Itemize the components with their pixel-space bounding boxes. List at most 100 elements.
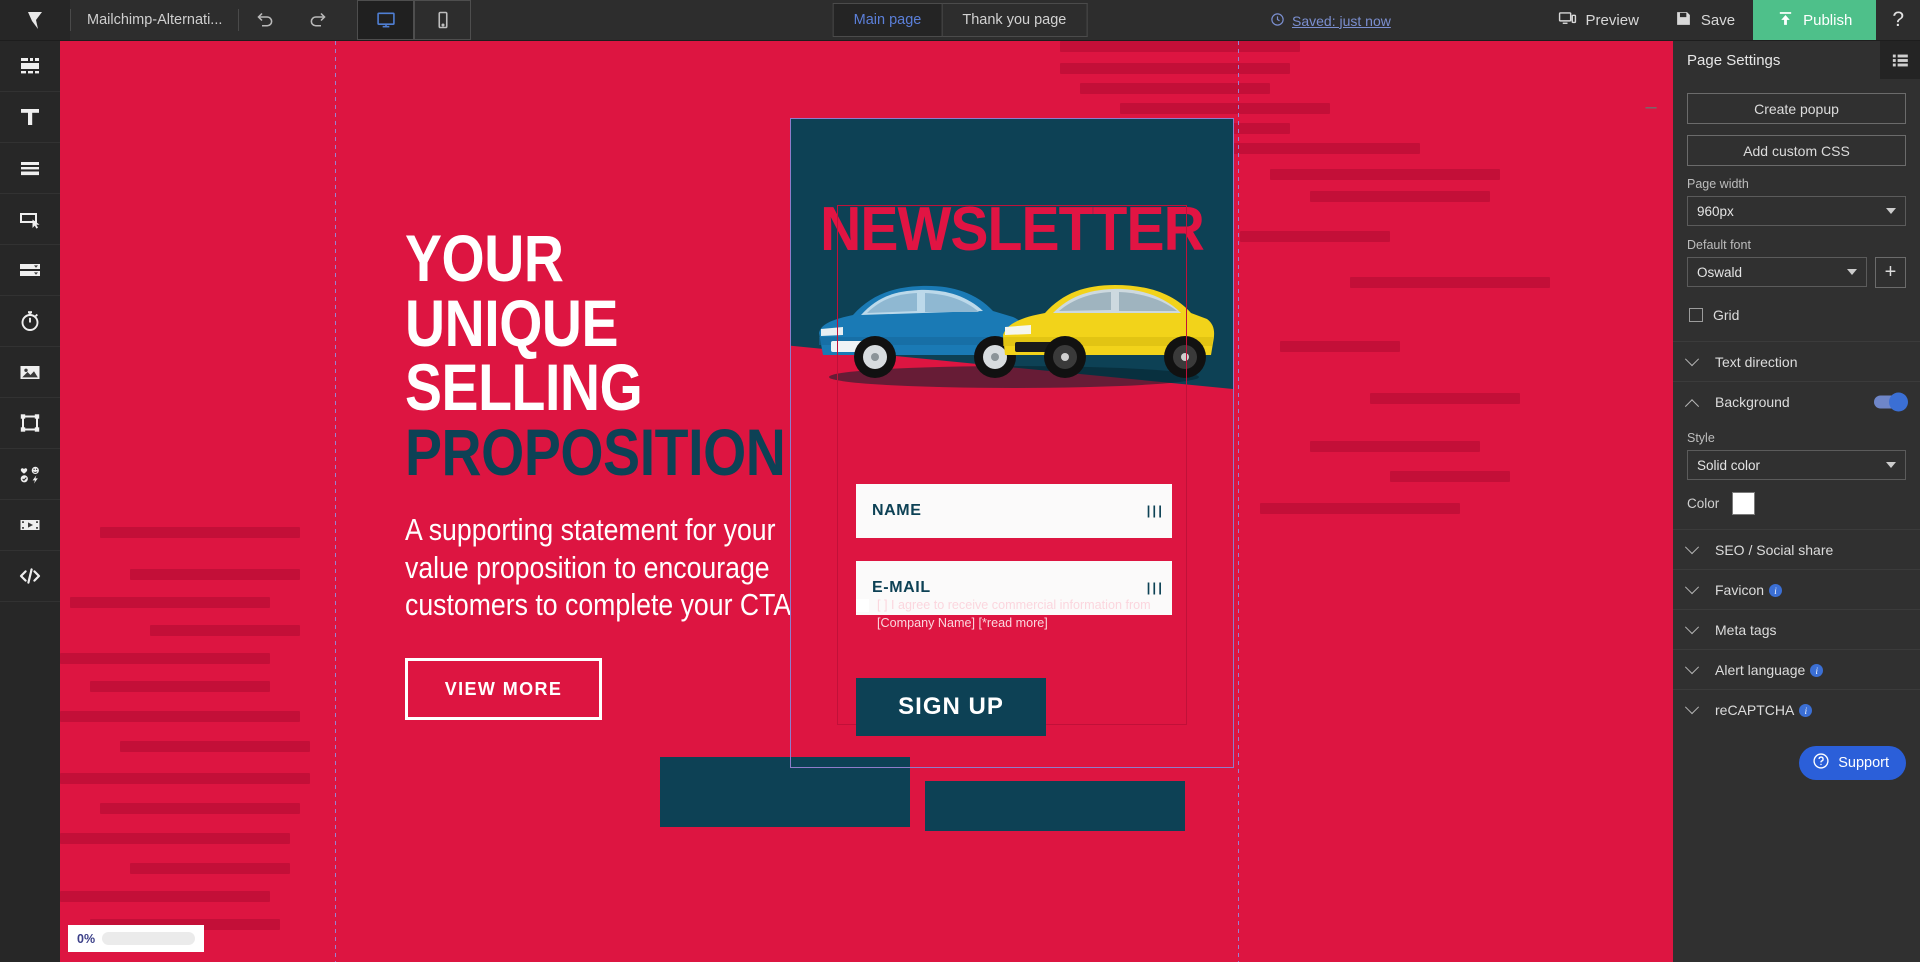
page-width-value: 960px (1697, 203, 1734, 219)
tab-thank-you-page[interactable]: Thank you page (942, 3, 1088, 37)
add-custom-css-button[interactable]: Add custom CSS (1687, 135, 1906, 166)
video-icon[interactable] (0, 500, 60, 551)
clock-history-icon (1270, 12, 1285, 30)
chevron-down-icon (1886, 462, 1896, 468)
section-alert-language[interactable]: Alert language i (1673, 649, 1920, 689)
chevron-down-icon (1684, 539, 1700, 554)
button-icon[interactable] (0, 194, 60, 245)
sign-up-button[interactable]: SIGN UP (856, 678, 1046, 736)
panel-header: Page Settings (1673, 41, 1920, 79)
background-toggle[interactable] (1874, 392, 1908, 411)
section-recaptcha-label: reCAPTCHA i (1715, 702, 1813, 718)
collapse-section-button[interactable]: – (1641, 97, 1661, 117)
page-title: Page Settings (1687, 51, 1781, 69)
hero-paragraph: A supporting statement for your value pr… (405, 511, 792, 623)
countdown-timer-icon[interactable] (0, 296, 60, 347)
preview-button[interactable]: Preview (1540, 0, 1657, 40)
upload-arrow-icon (1777, 10, 1794, 31)
image-icon[interactable] (0, 347, 60, 398)
default-font-value: Oswald (1697, 264, 1743, 280)
background-color-label: Color (1687, 496, 1720, 511)
consent-label: [ ] I agree to receive commercial inform… (877, 598, 1151, 630)
section-meta-tags-label: Meta tags (1715, 621, 1777, 638)
section-favicon[interactable]: Favicon i (1673, 569, 1920, 609)
section-alert-language-label: Alert language i (1715, 662, 1824, 678)
page-width-select[interactable]: 960px (1687, 196, 1906, 226)
consent-row: [ ] I agree to receive commercial inform… (856, 597, 1176, 632)
resize-handle-icon[interactable]: ||| (1145, 581, 1164, 596)
mobile-view-icon[interactable] (414, 0, 472, 40)
floppy-disk-icon (1675, 10, 1692, 31)
undo-icon[interactable] (239, 0, 291, 40)
create-popup-button[interactable]: Create popup (1687, 93, 1906, 124)
view-more-button[interactable]: VIEW MORE (405, 658, 602, 721)
publish-button[interactable]: Publish (1753, 0, 1877, 40)
redo-icon[interactable] (291, 0, 343, 40)
name-input[interactable]: NAME ||| (856, 484, 1172, 538)
section-favicon-label: Favicon i (1715, 582, 1783, 598)
form-icon[interactable] (0, 245, 60, 296)
info-icon[interactable]: i (1799, 704, 1813, 717)
saved-status[interactable]: Saved: just now (1270, 0, 1391, 41)
shape-icon[interactable] (0, 398, 60, 449)
tab-main-page[interactable]: Main page (832, 3, 943, 37)
section-seo-social-share[interactable]: SEO / Social share (1673, 529, 1920, 569)
page-canvas[interactable]: – YOUR UNIQUE SELLING PROPOSITION A supp… (60, 41, 1673, 962)
progress-widget[interactable]: 0% (68, 925, 204, 952)
add-font-button[interactable]: + (1875, 257, 1906, 288)
newsletter-form-widget[interactable]: NEWSLETTER NAME ||| E-MAIL ||| [] I agr… (790, 118, 1234, 768)
section-seo-label: SEO / Social share (1715, 541, 1834, 558)
background-style-value: Solid color (1697, 457, 1761, 473)
info-icon[interactable]: i (1769, 584, 1783, 597)
boxes-icon[interactable] (0, 143, 60, 194)
device-switcher (357, 0, 472, 40)
code-icon[interactable] (0, 551, 60, 602)
support-button[interactable]: Support (1799, 746, 1906, 780)
help-button[interactable]: ? (1876, 0, 1920, 40)
section-text-direction[interactable]: Text direction (1673, 341, 1920, 381)
save-label: Save (1700, 11, 1736, 29)
preview-monitor-icon (1558, 9, 1577, 32)
desktop-view-icon[interactable] (357, 0, 415, 40)
info-icon[interactable]: i (1810, 664, 1824, 677)
default-font-row: Oswald + (1687, 257, 1906, 288)
consent-checkbox[interactable] (856, 599, 869, 612)
resize-handle-icon[interactable]: ||| (1145, 504, 1164, 519)
saved-status-label: Saved: just now (1292, 12, 1391, 29)
save-button[interactable]: Save (1657, 0, 1753, 40)
chevron-down-icon (1886, 208, 1896, 214)
landingi-logo-icon[interactable] (0, 0, 70, 40)
publish-label: Publish (1803, 11, 1853, 29)
grid-checkbox[interactable] (1689, 308, 1703, 322)
topbar-actions: Preview Save Publish ? (1540, 0, 1920, 40)
background-color-swatch[interactable] (1732, 492, 1756, 515)
sections-icon[interactable] (0, 41, 60, 92)
chevron-down-icon (1684, 699, 1700, 714)
section-meta-tags[interactable]: Meta tags (1673, 609, 1920, 649)
icons-icon[interactable] (0, 449, 60, 500)
section-recaptcha[interactable]: reCAPTCHA i (1673, 689, 1920, 729)
chevron-up-icon (1684, 398, 1700, 413)
canvas-guide-right (1238, 41, 1239, 962)
page-settings-panel: Page Settings Create popup Add custom CS… (1673, 41, 1920, 962)
section-text-direction-label: Text direction (1715, 353, 1798, 370)
chevron-down-icon (1684, 659, 1700, 674)
list-view-icon[interactable] (1880, 41, 1920, 79)
preview-label: Preview (1585, 11, 1639, 29)
section-background[interactable]: Background (1673, 381, 1920, 421)
background-settings: Style Solid color Color (1673, 421, 1920, 529)
default-font-select[interactable]: Oswald (1687, 257, 1867, 287)
hero-line-1: YOUR (405, 221, 564, 295)
background-style-label: Style (1687, 431, 1715, 445)
text-icon[interactable] (0, 92, 60, 143)
chevron-down-icon (1684, 351, 1700, 366)
bottom-section-block-right[interactable] (925, 781, 1185, 831)
page-tabs: Main page Thank you page (832, 3, 1088, 37)
email-input-label: E-MAIL (872, 579, 931, 596)
chevron-down-icon (1847, 269, 1857, 275)
project-title: Mailchimp-Alternati... (87, 12, 223, 28)
question-circle-icon (1812, 752, 1830, 774)
background-style-select[interactable]: Solid color (1687, 450, 1906, 480)
section-background-label: Background (1715, 393, 1790, 410)
progress-bar (102, 932, 195, 945)
